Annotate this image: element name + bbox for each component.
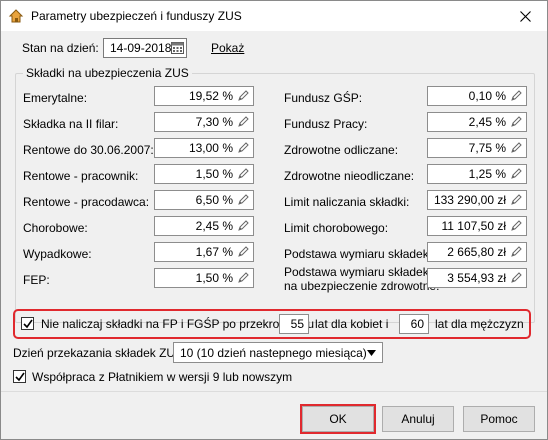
field-label: Limit chorobowego: (284, 221, 389, 235)
field-value: 1,25 % (468, 167, 506, 181)
transfer-day-value: 10 (10 dzień nastepnego miesiąca) (180, 346, 367, 360)
title-bar: Parametry ubezpieczeń i funduszy ZUS (1, 1, 547, 31)
field-value: 7,75 % (468, 141, 506, 155)
field-input[interactable]: 6,50 % (154, 190, 254, 210)
field-value: 0,10 % (468, 89, 506, 103)
close-button[interactable] (509, 2, 541, 30)
group-title: Składki na ubezpieczenia ZUS (23, 66, 192, 80)
pencil-icon[interactable] (237, 90, 249, 102)
fp-checkbox[interactable] (21, 317, 34, 330)
field-input[interactable]: 1,67 % (154, 242, 254, 262)
checkmark-icon (22, 319, 33, 328)
calendar-icon[interactable] (171, 41, 184, 54)
close-icon (519, 10, 531, 22)
men-age-value: 60 (410, 317, 424, 331)
chevron-down-icon (367, 350, 376, 356)
cancel-button-label: Anuluj (401, 412, 435, 426)
field-value: 13,00 % (188, 141, 233, 155)
pencil-icon[interactable] (510, 220, 522, 232)
field-input[interactable]: 19,52 % (154, 86, 254, 106)
pencil-icon[interactable] (237, 116, 249, 128)
pencil-icon[interactable] (510, 194, 522, 206)
field-value: 3 554,93 zł (447, 271, 506, 285)
women-age-label: lat dla kobiet i (315, 317, 389, 331)
field-input[interactable]: 11 107,50 zł (427, 216, 527, 236)
women-age-value: 55 (290, 317, 304, 331)
ok-highlight-frame (300, 404, 376, 434)
show-link[interactable]: Pokaż (211, 41, 244, 55)
field-value: 133 290,00 zł (433, 193, 506, 207)
field-label: Składka na II filar: (23, 117, 119, 131)
field-value: 1,50 % (195, 167, 233, 181)
field-label: Wypadkowe: (23, 247, 92, 261)
field-label: Limit naliczania składki: (284, 195, 410, 209)
pencil-icon[interactable] (510, 116, 522, 128)
help-button[interactable]: Pomoc (463, 406, 535, 432)
checkmark-icon (14, 372, 25, 381)
field-input[interactable]: 1,50 % (154, 268, 254, 288)
pencil-icon[interactable] (510, 142, 522, 154)
field-value: 1,67 % (195, 245, 233, 259)
field-value: 2,45 % (195, 219, 233, 233)
field-label-line1: Podstawa wymiaru składek (284, 265, 429, 279)
pencil-icon[interactable] (510, 246, 522, 258)
pencil-icon[interactable] (237, 168, 249, 180)
pencil-icon[interactable] (237, 272, 249, 284)
field-label: FEP: (23, 273, 50, 287)
help-button-label: Pomoc (480, 412, 518, 426)
platnik-checkbox[interactable] (13, 370, 26, 383)
pencil-icon[interactable] (510, 272, 522, 284)
pencil-icon[interactable] (510, 90, 522, 102)
men-age-label: lat dla mężczyzn (435, 317, 524, 331)
field-input[interactable]: 1,50 % (154, 164, 254, 184)
field-label: Fundusz Pracy: (284, 117, 368, 131)
field-label: Emerytalne: (23, 91, 88, 105)
field-label-line2: na ubezpieczenie zdrowotne: (284, 279, 440, 293)
field-input[interactable]: 2,45 % (154, 216, 254, 236)
field-value: 2,45 % (468, 115, 506, 129)
field-label: Fundusz GŚP: (284, 91, 363, 105)
app-home-icon (8, 9, 24, 23)
pencil-icon[interactable] (510, 168, 522, 180)
field-value: 19,52 % (188, 89, 233, 103)
pencil-icon[interactable] (237, 194, 249, 206)
field-value: 11 107,50 zł (441, 219, 507, 233)
field-input[interactable]: 2 665,80 zł (427, 242, 527, 262)
pencil-icon[interactable] (237, 220, 249, 232)
field-value: 1,50 % (195, 271, 233, 285)
footer-divider (1, 391, 547, 392)
field-label: Podstawa wymiaru składek: (284, 247, 433, 261)
men-age-input[interactable]: 60 (399, 314, 429, 334)
field-value: 2 665,80 zł (447, 245, 506, 259)
field-label: Zdrowotne nieodliczane: (284, 169, 415, 183)
field-input[interactable]: 13,00 % (154, 138, 254, 158)
field-input[interactable]: 7,30 % (154, 112, 254, 132)
window-title: Parametry ubezpieczeń i funduszy ZUS (31, 9, 242, 23)
transfer-day-label: Dzień przekazania składek ZUS: (13, 346, 187, 360)
field-input[interactable]: 1,25 % (427, 164, 527, 184)
field-label: Rentowe do 30.06.2007: (23, 143, 154, 157)
date-value: 14-09-2018 (110, 41, 172, 55)
field-value: 7,30 % (195, 115, 233, 129)
field-label: Chorobowe: (23, 221, 88, 235)
field-input[interactable]: 7,75 % (427, 138, 527, 158)
platnik-checkbox-label[interactable]: Współpraca z Płatnikiem w wersji 9 lub n… (32, 370, 292, 384)
dialog-window: Parametry ubezpieczeń i funduszy ZUS Sta… (0, 0, 548, 440)
field-input[interactable]: 133 290,00 zł (427, 190, 527, 210)
women-age-input[interactable]: 55 (279, 314, 309, 334)
field-label: Rentowe - pracodawca: (23, 195, 150, 209)
field-label: Rentowe - pracownik: (23, 169, 139, 183)
field-input[interactable]: 2,45 % (427, 112, 527, 132)
transfer-day-select[interactable]: 10 (10 dzień nastepnego miesiąca) (173, 342, 383, 363)
pencil-icon[interactable] (237, 246, 249, 258)
fp-checkbox-label[interactable]: Nie naliczaj składki na FP i FGŚP po prz… (41, 317, 314, 331)
field-input[interactable]: 3 554,93 zł (427, 268, 527, 288)
pencil-icon[interactable] (237, 142, 249, 154)
cancel-button[interactable]: Anuluj (382, 406, 454, 432)
date-label: Stan na dzień: (22, 41, 99, 55)
dialog-body: Stan na dzień: 14-09-2018 Pokaż Składki … (1, 31, 547, 439)
field-value: 6,50 % (195, 193, 233, 207)
field-input[interactable]: 0,10 % (427, 86, 527, 106)
field-label: Zdrowotne odliczane: (284, 143, 399, 157)
